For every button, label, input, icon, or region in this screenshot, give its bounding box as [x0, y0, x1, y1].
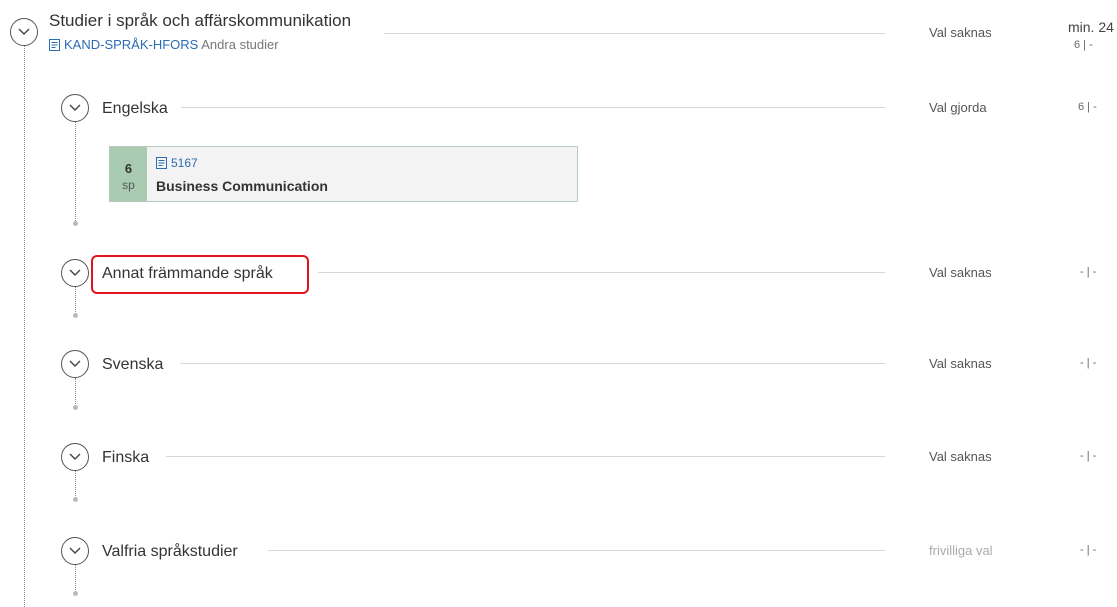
- group-toggle-button[interactable]: [61, 94, 89, 122]
- chevron-down-icon: [69, 360, 81, 367]
- module-toggle-button[interactable]: [10, 18, 38, 46]
- course-credits-unit: sp: [122, 178, 135, 192]
- course-name: Business Communication: [156, 178, 328, 194]
- document-icon: [156, 157, 167, 172]
- module-status: Val saknas: [929, 25, 992, 40]
- tree-end-dot: [73, 313, 78, 318]
- group-title-valfria-sprakstudier: Valfria språkstudier: [102, 543, 238, 560]
- group-credits: - | -: [1080, 450, 1097, 462]
- tree-end-dot: [73, 497, 78, 502]
- module-title: Studier i språk och affärskommunikation: [49, 11, 352, 30]
- group-title-svenska: Svenska: [102, 356, 164, 373]
- chevron-down-icon: [69, 547, 81, 554]
- course-code: 5167: [171, 156, 198, 170]
- group-toggle-button[interactable]: [61, 537, 89, 565]
- group-toggle-button[interactable]: [61, 259, 89, 287]
- group-divider: [166, 456, 885, 457]
- module-code-link[interactable]: KAND-SPRÅK-HFORS: [49, 37, 198, 52]
- group-status: Val saknas: [929, 356, 992, 371]
- module-credits-min: min. 24: [1068, 19, 1114, 35]
- group-tree-line: [75, 565, 76, 592]
- module-divider: [384, 33, 885, 34]
- group-tree-line: [75, 378, 76, 406]
- group-status: Val saknas: [929, 265, 992, 280]
- module-code: KAND-SPRÅK-HFORS: [64, 37, 199, 52]
- group-tree-line: [75, 287, 76, 314]
- group-status: Val gjorda: [929, 100, 987, 115]
- course-code-link[interactable]: 5167: [156, 156, 198, 172]
- group-credits: - | -: [1080, 544, 1097, 556]
- module-subline: KAND-SPRÅK-HFORS Andra studier: [49, 37, 279, 54]
- module-category: Andra studier: [201, 37, 279, 52]
- tree-end-dot: [73, 405, 78, 410]
- group-divider: [180, 363, 885, 364]
- group-tree-line: [75, 122, 76, 221]
- course-credits: 6: [124, 161, 133, 176]
- document-icon: [49, 39, 60, 54]
- group-status: Val saknas: [929, 449, 992, 464]
- group-credits: - | -: [1080, 357, 1097, 369]
- chevron-down-icon: [69, 269, 81, 276]
- highlight-box: [91, 255, 309, 294]
- group-credits: 6 | -: [1078, 101, 1097, 113]
- course-card[interactable]: 6 sp 5167 Business Communication: [109, 146, 578, 202]
- group-title-engelska: Engelska: [102, 100, 168, 117]
- group-credits: - | -: [1080, 266, 1097, 278]
- group-tree-line: [75, 471, 76, 498]
- tree-end-dot: [73, 221, 78, 226]
- course-credits-box: 6 sp: [110, 147, 147, 201]
- module-tree-line: [24, 38, 25, 607]
- chevron-down-icon: [69, 104, 81, 111]
- group-divider: [181, 107, 885, 108]
- chevron-down-icon: [69, 453, 81, 460]
- tree-end-dot: [73, 591, 78, 596]
- chevron-down-icon: [18, 28, 30, 35]
- group-title-finska: Finska: [102, 449, 150, 466]
- group-toggle-button[interactable]: [61, 350, 89, 378]
- group-divider: [318, 272, 885, 273]
- group-status: frivilliga val: [929, 543, 993, 558]
- group-toggle-button[interactable]: [61, 443, 89, 471]
- group-divider: [268, 550, 885, 551]
- module-credits-selected: 6 | -: [1074, 39, 1093, 51]
